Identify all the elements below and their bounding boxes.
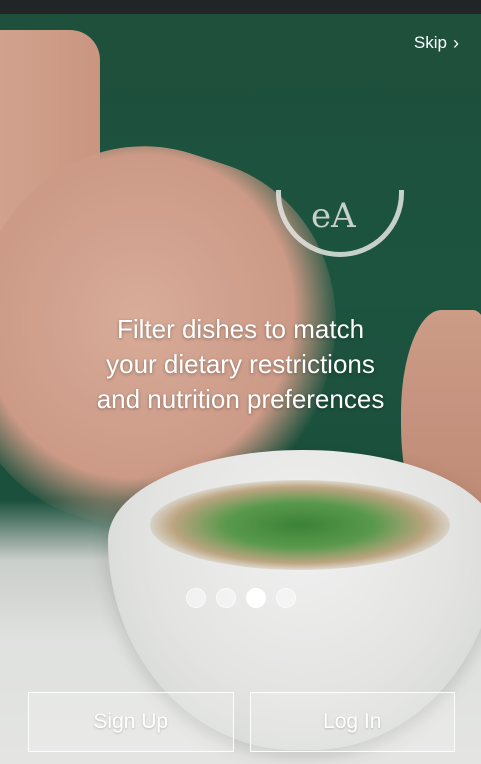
onboarding-headline: Filter dishes to match your dietary rest… [30,312,451,417]
headline-line: your dietary restrictions [106,349,375,379]
onboarding-screen: eA Skip › Filter dishes to match your di… [0,0,481,764]
headline-line: and nutrition preferences [96,384,385,414]
auth-actions: Sign Up Log In [28,692,455,752]
page-dot[interactable] [215,588,236,608]
page-dot[interactable] [245,588,266,608]
log-in-button[interactable]: Log In [249,692,455,752]
sign-up-button[interactable]: Sign Up [28,692,234,752]
skip-button[interactable]: Skip › [414,33,459,53]
headline-line: Filter dishes to match [116,314,365,344]
page-dot[interactable] [275,588,296,608]
chevron-right-icon: › [453,33,459,53]
skip-label: Skip [413,33,447,52]
page-dot[interactable] [185,588,206,608]
page-indicator [0,588,481,608]
